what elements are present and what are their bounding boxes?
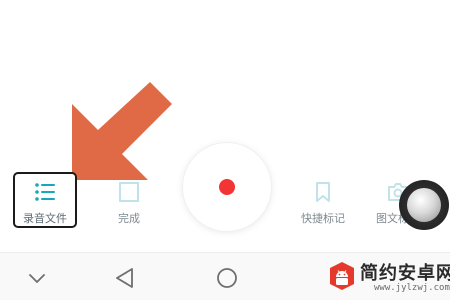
bookmark-icon (316, 182, 330, 202)
record-button[interactable] (183, 143, 271, 231)
triangle-back-icon[interactable] (110, 263, 140, 293)
done-button[interactable]: 完成 (97, 172, 161, 228)
record-dot-icon (219, 179, 235, 195)
watermark-url: www.jylzwj.com (374, 283, 450, 293)
quick-mark-label: 快捷标记 (301, 212, 345, 225)
square-icon (119, 182, 139, 202)
chevron-down-icon[interactable] (22, 263, 52, 293)
quick-mark-button[interactable]: 快捷标记 (291, 172, 355, 228)
recorder-screen: 录音文件 完成 快捷标记 图文标记 简约安卓网 www.jylzwj.com (0, 0, 450, 300)
recordings-label: 录音文件 (23, 212, 67, 225)
annotation-arrow-shape (72, 82, 172, 180)
android-logo-icon (330, 262, 354, 290)
circle-home-icon[interactable] (212, 263, 242, 293)
assistive-ring-icon (407, 188, 441, 222)
watermark-title: 简约安卓网 (360, 263, 450, 284)
recordings-button[interactable]: 录音文件 (13, 172, 77, 228)
list-icon (35, 183, 55, 201)
site-watermark: 简约安卓网 www.jylzwj.com (326, 256, 450, 298)
done-label: 完成 (118, 212, 140, 225)
floating-assistive-button[interactable] (399, 180, 449, 230)
